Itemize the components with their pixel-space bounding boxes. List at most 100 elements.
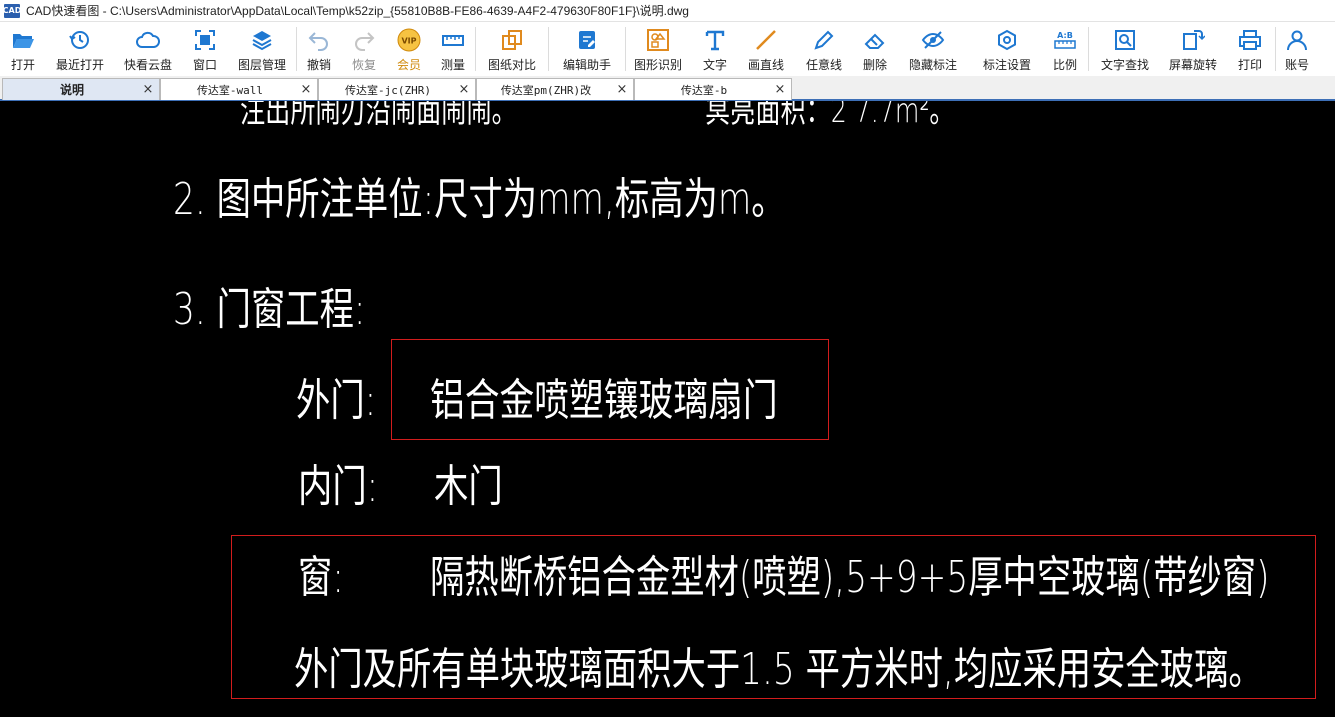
compare-icon — [502, 30, 522, 50]
document-tab-bar: 说明 × 传达室-wall × 传达室-jc(ZHR) × 传达室pm(ZHR)… — [0, 76, 1335, 101]
drawing-text-partial-right: 冥亮面积：2 7.7m²。 — [705, 101, 955, 131]
compare-label: 图纸对比 — [487, 58, 536, 72]
window-frame-icon — [195, 30, 215, 50]
rotate-label: 屏幕旋转 — [1168, 58, 1217, 72]
window-label: 窗口 — [192, 58, 217, 72]
text-search-label: 文字查找 — [1100, 58, 1149, 72]
redo-arrow-icon — [355, 32, 375, 51]
freeline-label: 任意线 — [805, 58, 842, 72]
undo-button[interactable]: 撤销 — [297, 22, 341, 76]
edit-document-icon — [579, 31, 595, 49]
close-icon[interactable]: × — [299, 82, 313, 97]
drawing-text-item3: 3. 门窗工程: — [173, 284, 366, 335]
line-label: 画直线 — [747, 58, 784, 72]
freeline-button[interactable]: 任意线 — [792, 22, 856, 76]
layers-icon — [252, 31, 272, 51]
window-title: CAD快速看图 - C:\Users\Administrator\AppData… — [26, 4, 689, 18]
hide-dim-button[interactable]: 隐藏标注 — [894, 22, 972, 76]
drawing-text-partial-left: 注出所闹刃沿闹面闹闹。 — [240, 101, 517, 131]
close-icon[interactable]: × — [615, 82, 629, 97]
text-search-button[interactable]: 文字查找 — [1089, 22, 1161, 76]
drawing-text-inner-door-label: 内门: — [298, 461, 379, 512]
drawing-text-item2: 2. 图中所注单位:尺寸为mm,标高为m。 — [173, 174, 786, 225]
app-logo-icon: CAD — [3, 3, 21, 18]
shape-recognition-icon — [647, 29, 669, 51]
erase-label: 删除 — [862, 58, 887, 72]
recent-button[interactable]: 最近打开 — [46, 22, 114, 76]
tab-label: 传达室-jc(ZHR) — [345, 83, 431, 97]
tab-pm-zhr[interactable]: 传达室pm(ZHR)改 × — [476, 78, 634, 100]
title-bar: CAD CAD快速看图 - C:\Users\Administrator\App… — [0, 0, 1335, 22]
undo-arrow-icon — [308, 32, 328, 51]
printer-icon — [1239, 30, 1261, 50]
hide-dim-label: 隐藏标注 — [908, 58, 957, 72]
eye-hidden-icon — [921, 31, 945, 49]
close-icon[interactable]: × — [457, 82, 471, 97]
vip-label: 会员 — [396, 58, 421, 72]
scale-button[interactable]: A:B 比例 — [1042, 22, 1088, 76]
scale-label: 比例 — [1052, 58, 1077, 72]
edit-assist-button[interactable]: 编辑助手 — [549, 22, 625, 76]
text-button[interactable]: 文字 — [690, 22, 740, 76]
tab-wall[interactable]: 传达室-wall × — [160, 78, 318, 100]
main-toolbar: 打开 最近打开 快看云盘 窗口 图层管理 撤销 恢复 VIP 会员 测量 图纸对… — [0, 22, 1335, 76]
settings-gear-icon — [998, 29, 1016, 51]
cloud-button[interactable]: 快看云盘 — [114, 22, 182, 76]
tab-label: 传达室-wall — [196, 83, 264, 97]
shape-recog-label: 图形识别 — [633, 58, 682, 72]
line-button[interactable]: 画直线 — [740, 22, 792, 76]
open-button[interactable]: 打开 — [0, 22, 46, 76]
rotate-button[interactable]: 屏幕旋转 — [1161, 22, 1225, 76]
drawing-canvas[interactable]: 注出所闹刃沿闹面闹闹。 冥亮面积：2 7.7m²。 2. 图中所注单位:尺寸为m… — [0, 101, 1335, 717]
pen-icon — [814, 30, 834, 50]
recent-label: 最近打开 — [55, 58, 104, 72]
redo-button[interactable]: 恢复 — [341, 22, 387, 76]
highlight-box-window — [231, 535, 1316, 699]
vip-button[interactable]: VIP 会员 — [387, 22, 431, 76]
undo-label: 撤销 — [306, 58, 331, 72]
ruler-icon — [442, 35, 464, 46]
account-button[interactable]: 账号 — [1276, 22, 1318, 76]
open-label: 打开 — [10, 58, 35, 72]
drawing-text-inner-door-value: 木门 — [434, 461, 503, 512]
text-label: 文字 — [702, 58, 727, 72]
shape-recog-button[interactable]: 图形识别 — [626, 22, 690, 76]
tab-shuoming[interactable]: 说明 × — [2, 78, 160, 100]
vip-badge-icon: VIP — [397, 28, 421, 52]
cloud-label: 快看云盘 — [123, 58, 172, 72]
tab-label: 说明 — [59, 83, 84, 97]
layers-label: 图层管理 — [237, 58, 286, 72]
print-button[interactable]: 打印 — [1225, 22, 1275, 76]
screen-rotate-icon — [1183, 30, 1205, 50]
drawing-text-outer-door-label: 外门: — [296, 375, 377, 426]
tab-label: 传达室-b — [680, 83, 728, 97]
history-clock-icon — [69, 31, 89, 49]
folder-open-icon — [13, 34, 34, 48]
measure-label: 测量 — [440, 58, 465, 72]
close-icon[interactable]: × — [141, 82, 155, 97]
measure-button[interactable]: 测量 — [431, 22, 475, 76]
edit-assist-label: 编辑助手 — [562, 58, 611, 72]
highlight-box-outer-door — [391, 339, 829, 440]
cloud-icon — [136, 31, 160, 48]
layers-button[interactable]: 图层管理 — [228, 22, 296, 76]
dim-settings-label: 标注设置 — [982, 58, 1031, 72]
redo-label: 恢复 — [351, 58, 376, 72]
tab-jc-zhr[interactable]: 传达室-jc(ZHR) × — [318, 78, 476, 100]
vip-badge-text: VIP — [401, 37, 416, 46]
text-tool-icon — [705, 30, 725, 51]
tab-b[interactable]: 传达室-b × — [634, 78, 792, 100]
print-label: 打印 — [1237, 58, 1262, 72]
line-tool-icon — [756, 30, 776, 50]
text-search-icon — [1115, 30, 1135, 50]
compare-button[interactable]: 图纸对比 — [476, 22, 548, 76]
user-account-icon — [1287, 30, 1307, 51]
erase-button[interactable]: 删除 — [856, 22, 894, 76]
scale-badge-text: A:B — [1057, 31, 1073, 40]
window-button[interactable]: 窗口 — [182, 22, 228, 76]
close-icon[interactable]: × — [773, 82, 787, 97]
scale-ratio-icon: A:B — [1054, 31, 1076, 49]
eraser-icon — [864, 33, 885, 49]
dim-settings-button[interactable]: 标注设置 — [972, 22, 1042, 76]
account-label: 账号 — [1284, 58, 1309, 72]
